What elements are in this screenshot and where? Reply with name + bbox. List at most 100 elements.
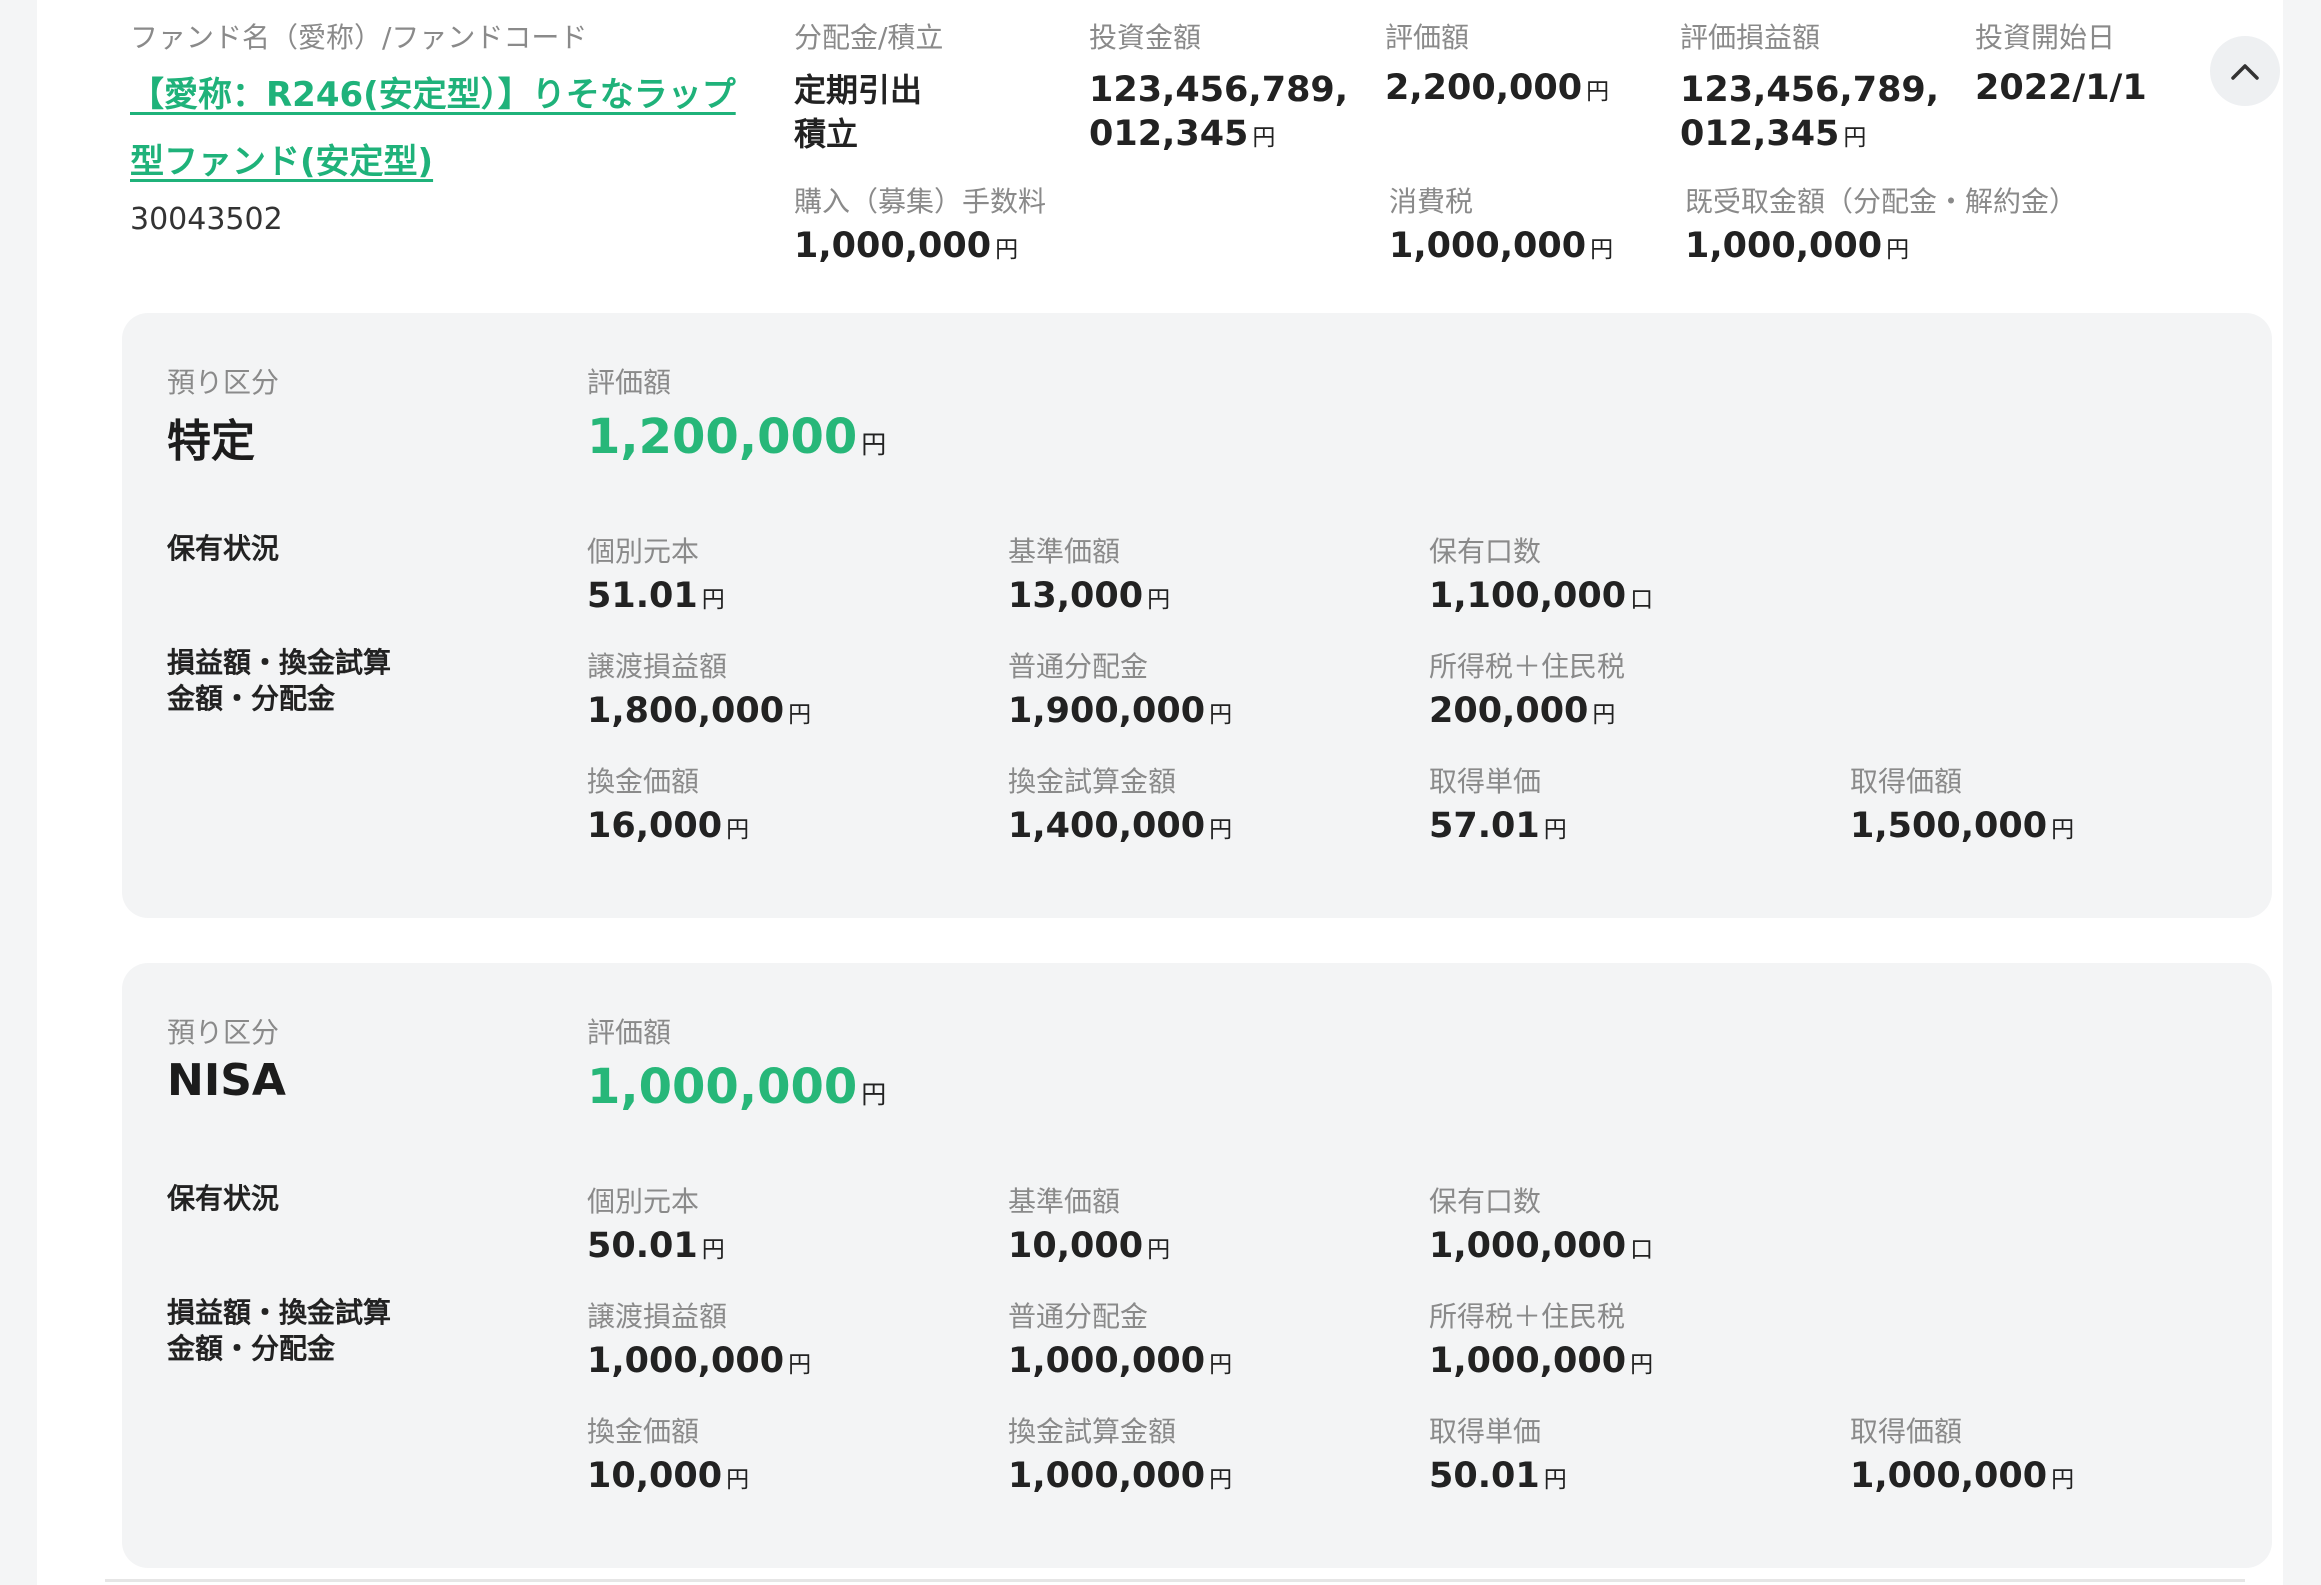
yen-unit: 円 [1147, 1237, 1171, 1263]
dividend-number: 1,000,000 [1008, 1341, 1206, 1381]
yen-unit: 円 [788, 702, 812, 728]
unit-price-number: 57.01 [1429, 806, 1540, 846]
tax-value: 1,000,000 円 [1389, 226, 1613, 266]
yen-unit: 円 [1543, 817, 1567, 843]
kind-label: 預り区分 [167, 366, 280, 399]
panel-valuation-number: 1,000,000 [587, 1059, 858, 1115]
unit-price-label: 取得単価 [1429, 1415, 1542, 1448]
holding-status-label: 保有状況 [167, 1182, 280, 1215]
base-price-number: 13,000 [1008, 576, 1144, 616]
dividend-number: 1,900,000 [1008, 691, 1206, 731]
cash-estimate-number: 1,000,000 [1008, 1456, 1206, 1496]
base-price-label: 基準価額 [1008, 535, 1121, 568]
pl-line2: 012,345 [1680, 114, 1840, 154]
principal-value: 50.01 円 [587, 1226, 725, 1266]
yen-unit: 円 [1209, 702, 1233, 728]
panel-valuation-value: 1,200,000 円 [587, 409, 886, 465]
dividend-value: 1,900,000 円 [1008, 691, 1232, 731]
fee-number: 1,000,000 [794, 226, 992, 266]
acquisition-value: 1,000,000 円 [1850, 1456, 2074, 1496]
acquisition-number: 1,500,000 [1850, 806, 2048, 846]
yen-unit: 円 [1843, 125, 1867, 151]
principal-number: 51.01 [587, 576, 698, 616]
unit-price-value: 57.01 円 [1429, 806, 1567, 846]
pl-label: 評価損益額 [1680, 21, 1821, 54]
transfer-pl-number: 1,800,000 [587, 691, 785, 731]
fee-value: 1,000,000 円 [794, 226, 1018, 266]
acquisition-label: 取得価額 [1850, 765, 1963, 798]
yen-unit: 円 [861, 430, 887, 459]
unit-price-number: 50.01 [1429, 1456, 1540, 1496]
panel-valuation-number: 1,200,000 [587, 409, 858, 465]
panel-valuation-label: 評価額 [587, 1016, 672, 1049]
tax-number: 1,000,000 [1389, 226, 1587, 266]
transfer-pl-label: 譲渡損益額 [587, 1300, 728, 1333]
start-label: 投資開始日 [1975, 21, 2116, 54]
units-number: 1,000,000 [1429, 1226, 1627, 1266]
fee-label: 購入（募集）手数料 [794, 185, 1047, 218]
valuation-label: 評価額 [1385, 21, 1470, 54]
fund-name-link[interactable]: 【愛称：R246(安定型）】りそなラップ 型ファンド(安定型) [130, 62, 736, 196]
received-number: 1,000,000 [1685, 226, 1883, 266]
cash-value-label: 換金価額 [587, 1415, 700, 1448]
base-price-number: 10,000 [1008, 1226, 1144, 1266]
yen-unit: 円 [1209, 1467, 1233, 1493]
collapse-toggle-button[interactable] [2210, 36, 2280, 106]
invest-value: 123,456,789, 012,345 円 [1089, 68, 1348, 160]
units-label: 保有口数 [1429, 1185, 1542, 1218]
received-label: 既受取金額（分配金・解約金） [1685, 185, 2078, 218]
dist-label: 分配金/積立 [794, 21, 944, 54]
pl-value: 123,456,789, 012,345 円 [1680, 68, 1939, 160]
yen-unit: 円 [861, 1080, 887, 1109]
cash-number: 16,000 [587, 806, 723, 846]
yen-unit: 円 [1209, 1352, 1233, 1378]
invest-line2: 012,345 [1089, 114, 1249, 154]
kind-label: 預り区分 [167, 1016, 280, 1049]
fund-name-line1[interactable]: 【愛称：R246(安定型）】りそなラップ [130, 62, 736, 129]
fund-card: ファンド名（愛称）/ファンドコード 【愛称：R246(安定型）】りそなラップ 型… [37, 0, 2283, 1585]
cash-estimate-value: 1,000,000 円 [1008, 1456, 1232, 1496]
kind-value: NISA [167, 1055, 286, 1106]
yen-unit: 円 [1147, 587, 1171, 613]
units-value: 1,000,000 口 [1429, 1226, 1653, 1266]
dividend-label: 普通分配金 [1008, 650, 1149, 683]
yen-unit: 円 [2051, 817, 2075, 843]
cash-number: 10,000 [587, 1456, 723, 1496]
holding-status-label: 保有状況 [167, 532, 280, 565]
principal-number: 50.01 [587, 1226, 698, 1266]
principal-label: 個別元本 [587, 1185, 700, 1218]
chevron-up-icon [2231, 64, 2259, 80]
base-price-value: 13,000 円 [1008, 576, 1170, 616]
income-tax-number: 1,000,000 [1429, 1341, 1627, 1381]
cash-value-label: 換金価額 [587, 765, 700, 798]
income-tax-label: 所得税＋住民税 [1429, 1300, 1626, 1333]
yen-unit: 円 [1586, 79, 1610, 105]
pl-section-label: 損益額・換金試算金額・分配金 [167, 646, 392, 715]
unit-price-label: 取得単価 [1429, 765, 1542, 798]
income-tax-number: 200,000 [1429, 691, 1589, 731]
yen-unit: 円 [788, 1352, 812, 1378]
yen-unit: 円 [701, 1237, 725, 1263]
acquisition-number: 1,000,000 [1850, 1456, 2048, 1496]
transfer-pl-label: 譲渡損益額 [587, 650, 728, 683]
cash-estimate-label: 換金試算金額 [1008, 1415, 1177, 1448]
invest-line1: 123,456,789, [1089, 70, 1349, 110]
units-value: 1,100,000 口 [1429, 576, 1653, 616]
cash-estimate-number: 1,400,000 [1008, 806, 1206, 846]
holding-panel-tokutei: 預り区分 特定 評価額 1,200,000 円 保有状況 損益額・換金試算金額・分… [122, 313, 2272, 918]
yen-unit: 円 [726, 1467, 750, 1493]
yen-unit: 円 [1252, 125, 1276, 151]
acquisition-value: 1,500,000 円 [1850, 806, 2074, 846]
start-value: 2022/1/1 [1975, 68, 2147, 108]
fund-name-line2[interactable]: 型ファンド(安定型) [130, 129, 736, 196]
holding-panel-nisa: 預り区分 NISA 評価額 1,000,000 円 保有状況 損益額・換金試算金額… [122, 963, 2272, 1568]
transfer-pl-value: 1,000,000 円 [587, 1341, 811, 1381]
pl-line1: 123,456,789, [1680, 70, 1940, 110]
income-tax-value: 1,000,000 円 [1429, 1341, 1653, 1381]
kuchi-unit: 口 [1630, 1237, 1654, 1263]
panel-valuation-label: 評価額 [587, 366, 672, 399]
base-price-label: 基準価額 [1008, 1185, 1121, 1218]
dividend-value: 1,000,000 円 [1008, 1341, 1232, 1381]
transfer-pl-value: 1,800,000 円 [587, 691, 811, 731]
units-number: 1,100,000 [1429, 576, 1627, 616]
